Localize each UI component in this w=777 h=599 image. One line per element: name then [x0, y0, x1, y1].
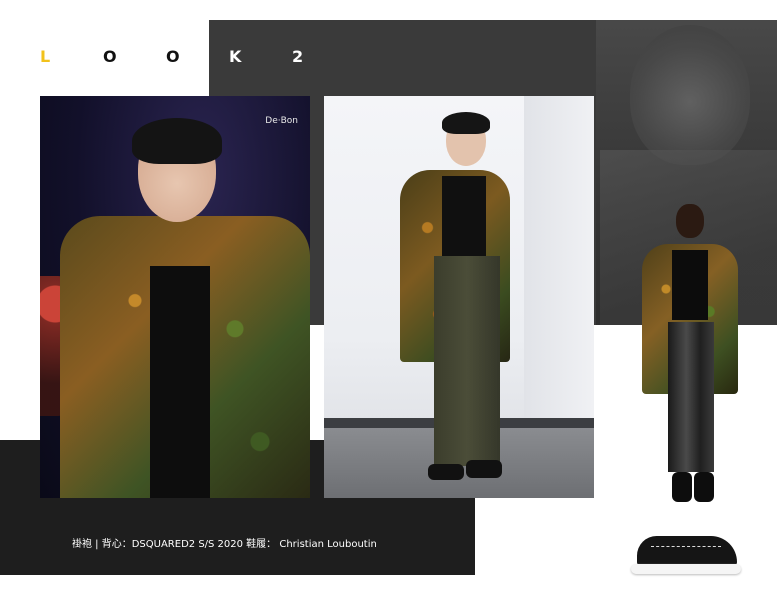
look-letter-o2: O — [166, 47, 180, 66]
runway-right-shoe — [694, 472, 714, 502]
photo-watermark: De·Bon — [265, 116, 298, 126]
look-letter-o1: O — [103, 47, 117, 66]
runway-tank-top — [672, 250, 708, 320]
sneaker-sole — [631, 564, 741, 574]
sneaker-stitching — [651, 546, 721, 549]
runway-trousers — [668, 322, 714, 472]
olive-trousers — [434, 256, 500, 466]
hair — [442, 112, 490, 134]
look-letter-k: K — [229, 47, 242, 66]
model-head — [676, 204, 704, 238]
runway-left-shoe — [672, 472, 692, 502]
outfit-caption: 褂袍 | 背心：DSQUARED2 S/S 2020 鞋履： Christian… — [72, 539, 377, 550]
hair — [132, 118, 222, 164]
concert-photo: De·Bon — [40, 96, 310, 498]
sneaker-product — [631, 530, 741, 578]
left-sneaker — [428, 464, 464, 480]
sneaker-upper — [637, 536, 737, 566]
runway-model — [634, 204, 744, 504]
right-sneaker — [466, 460, 502, 478]
black-tank-top — [442, 176, 486, 256]
look-title: L O O K 2 — [40, 47, 355, 66]
backstage-photo — [324, 96, 594, 498]
look-number: 2 — [292, 47, 304, 66]
look-page: L O O K 2 De·Bon 褂袍 | 背心：DSQUARED2 S/S 2… — [0, 0, 777, 599]
ghost-portrait-head — [630, 25, 750, 165]
black-tank-top — [150, 266, 210, 498]
look-letter-l: L — [40, 47, 51, 66]
